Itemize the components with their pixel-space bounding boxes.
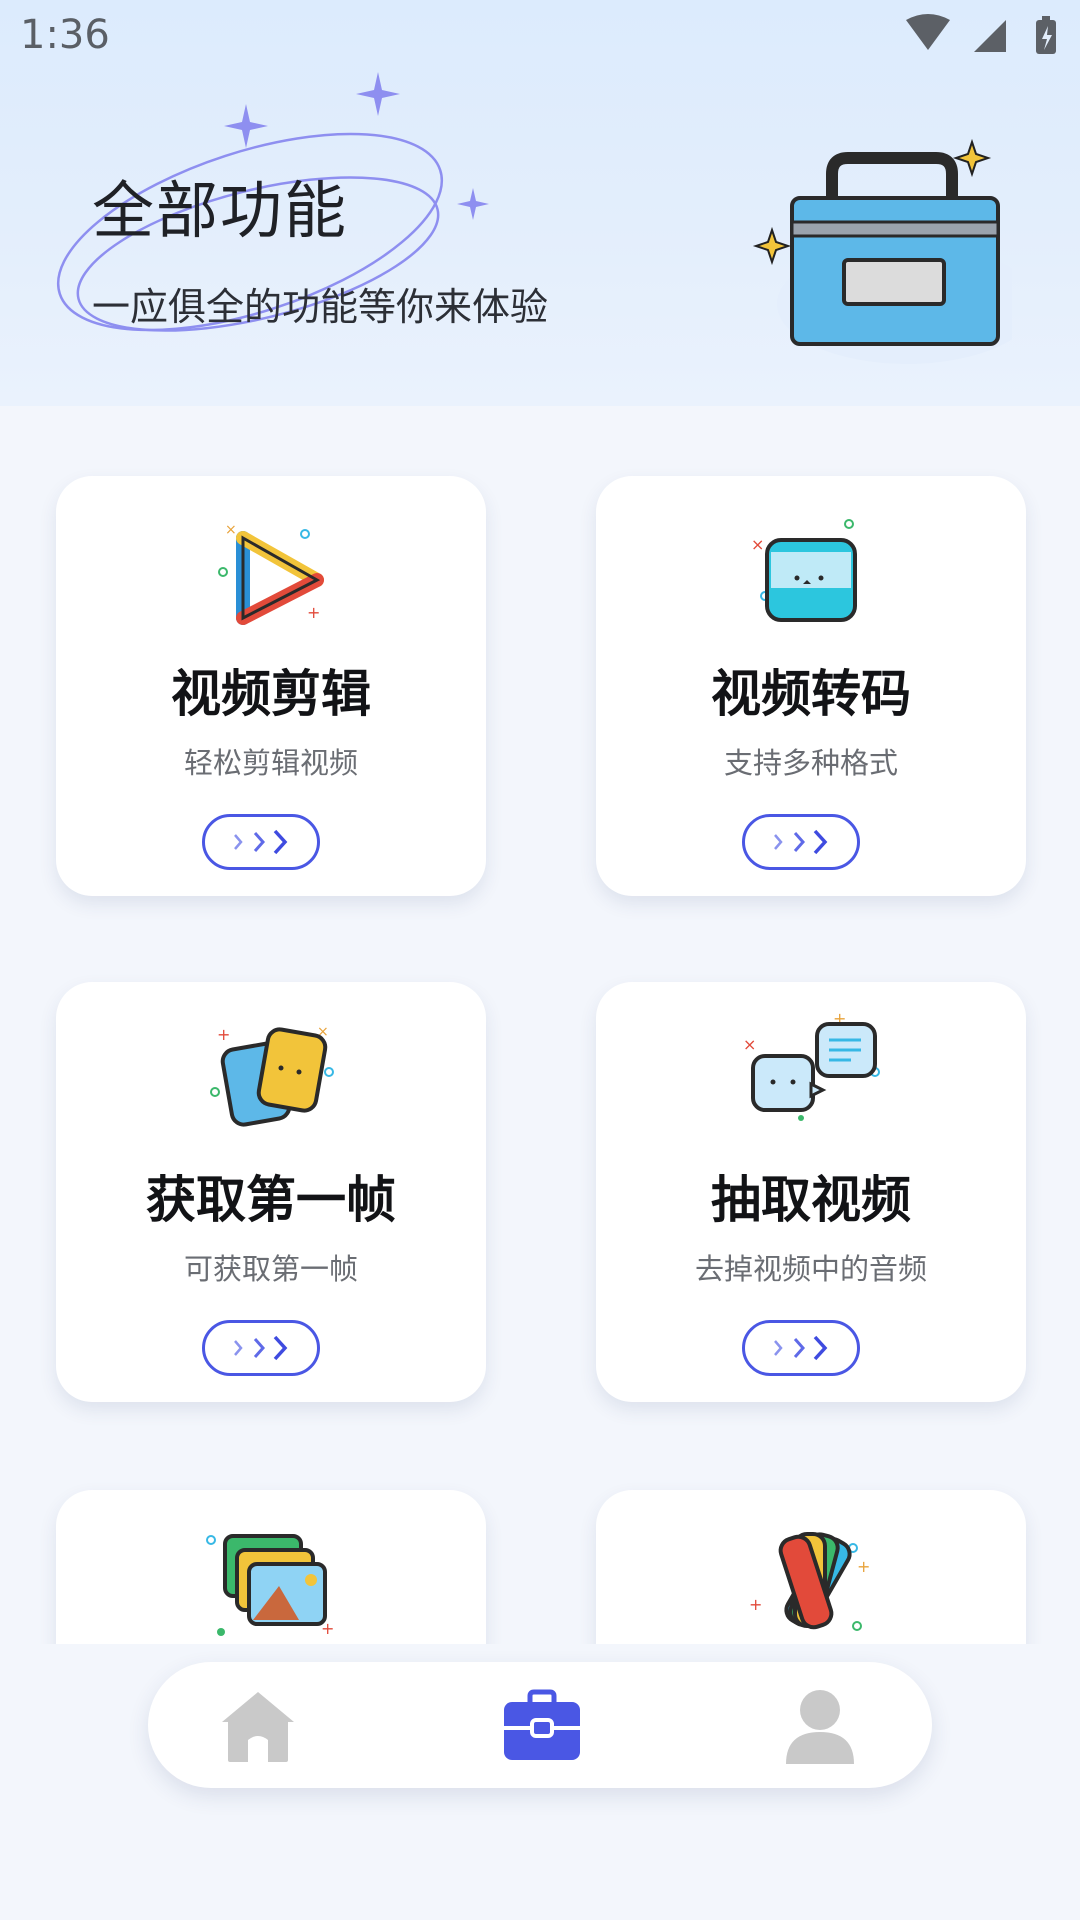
user-icon <box>786 1690 854 1764</box>
feature-title: 抽取视频 <box>711 1171 911 1229</box>
toolbox-icon <box>752 138 1012 364</box>
page-title: 全部功能 <box>92 174 349 247</box>
feature-title: 视频剪辑 <box>171 665 371 723</box>
feature-desc: 可获取第一帧 <box>183 1252 358 1286</box>
video-play-icon: × + <box>218 522 324 625</box>
chevrons-right-icon <box>774 1335 828 1361</box>
feature-title: 视频转码 <box>711 665 911 723</box>
bottom-nav <box>148 1662 932 1788</box>
nav-profile[interactable] <box>778 1686 862 1766</box>
wifi-icon <box>906 14 950 50</box>
feature-card-video-edit[interactable]: × + 视频剪辑 轻松剪辑视频 <box>56 476 486 896</box>
toolbox-icon <box>504 1689 580 1760</box>
go-button[interactable] <box>742 1320 860 1376</box>
chevrons-right-icon <box>774 829 828 855</box>
status-icons <box>906 14 1056 54</box>
status-bar: 1:36 <box>0 0 1080 72</box>
screen-scan-icon: × <box>751 519 857 622</box>
svg-text:+: + <box>857 1557 870 1576</box>
color-palette-icon: + + <box>749 1532 870 1631</box>
feature-card-extract-video[interactable]: × + 抽取视频 去掉视频中的音频 <box>596 982 1026 1402</box>
chat-bubbles-icon: × + <box>743 1009 880 1121</box>
photo-stack-icon: + <box>206 1534 334 1638</box>
svg-text:+: + <box>307 603 320 622</box>
go-button[interactable] <box>202 1320 320 1376</box>
feature-desc: 去掉视频中的音频 <box>694 1252 927 1286</box>
home-icon <box>222 1692 294 1762</box>
svg-text:+: + <box>217 1025 230 1044</box>
feature-title: 获取第一帧 <box>146 1171 396 1229</box>
chevrons-right-icon <box>234 829 288 855</box>
svg-text:×: × <box>743 1035 756 1054</box>
header: 1:36 全部功能 一应俱全的功能等你来体验 <box>0 0 1080 406</box>
frame-cards-icon: + × <box>210 1024 334 1127</box>
chevrons-right-icon <box>234 1335 288 1361</box>
svg-text:×: × <box>225 522 237 538</box>
nav-home[interactable] <box>216 1686 300 1766</box>
status-time: 1:36 <box>20 12 110 58</box>
feature-desc: 支持多种格式 <box>723 746 898 780</box>
nav-tools[interactable] <box>500 1686 584 1766</box>
signal-icon <box>974 20 1006 52</box>
feature-card-first-frame[interactable]: + × 获取第一帧 可获取第一帧 <box>56 982 486 1402</box>
svg-text:+: + <box>749 1595 762 1614</box>
svg-text:×: × <box>751 535 764 554</box>
feature-card-transcode[interactable]: × 视频转码 支持多种格式 <box>596 476 1026 896</box>
page-subtitle: 一应俱全的功能等你来体验 <box>92 285 549 329</box>
go-button[interactable] <box>742 814 860 870</box>
feature-desc: 轻松剪辑视频 <box>183 746 358 780</box>
go-button[interactable] <box>202 814 320 870</box>
